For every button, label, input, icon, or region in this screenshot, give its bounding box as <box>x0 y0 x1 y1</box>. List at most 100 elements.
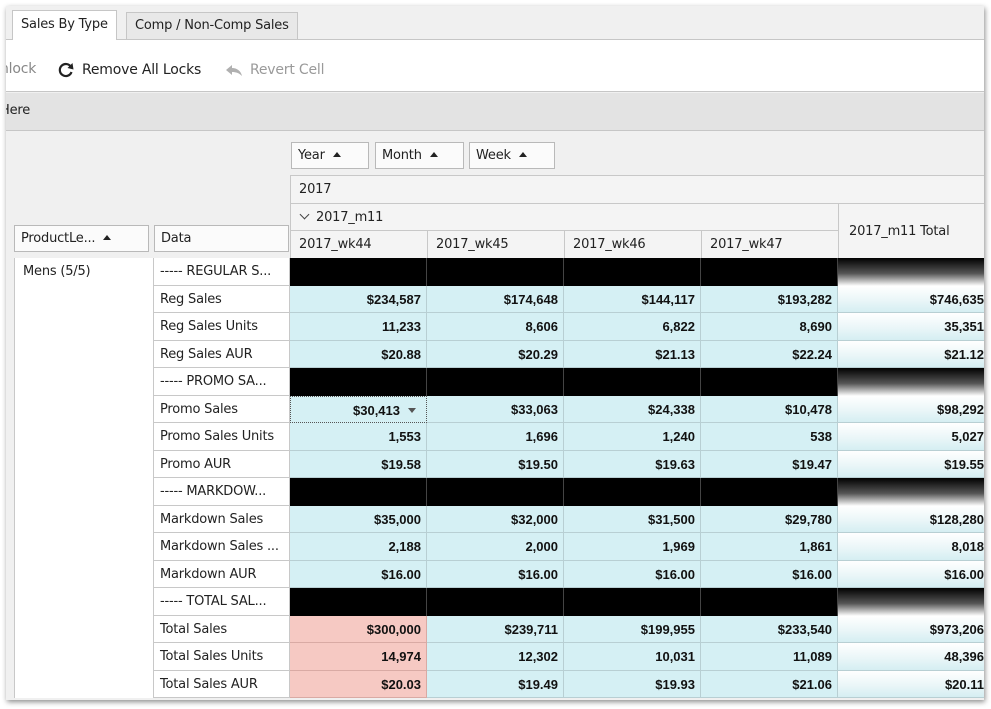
value-cell[interactable]: $20.03 <box>290 670 427 698</box>
section-separator-cell[interactable] <box>838 368 984 396</box>
value-cell[interactable]: $33,063 <box>427 395 564 423</box>
value-cell[interactable]: $19.47 <box>701 450 838 478</box>
value-cell[interactable]: $199,955 <box>564 615 701 643</box>
value-cell[interactable]: $233,540 <box>701 615 838 643</box>
value-cell[interactable]: $21.06 <box>701 670 838 698</box>
value-cell[interactable]: $21.13 <box>564 340 701 368</box>
value-cell[interactable]: 12,302 <box>427 643 564 671</box>
column-header-year[interactable]: 2017 <box>290 175 984 204</box>
value-cell[interactable]: $19.50 <box>427 450 564 478</box>
row-header-label[interactable]: Reg Sales <box>154 285 290 313</box>
value-cell[interactable]: 1,553 <box>290 423 427 451</box>
column-header-month[interactable]: 2017_m11 <box>290 203 839 231</box>
section-separator-cell[interactable] <box>290 368 427 396</box>
column-header-week[interactable]: 2017_wk47 <box>701 230 839 259</box>
tab-comp-noncomp-sales[interactable]: Comp / Non-Comp Sales <box>126 12 298 40</box>
row-header-label[interactable]: Promo Sales <box>154 395 290 423</box>
value-cell[interactable]: $20.29 <box>427 340 564 368</box>
section-separator-cell[interactable] <box>427 478 564 506</box>
revert-cell-button[interactable]: Revert Cell <box>224 61 324 79</box>
value-cell[interactable]: 1,969 <box>564 533 701 561</box>
value-cell[interactable]: $144,117 <box>564 285 701 313</box>
value-cell[interactable]: 14,974 <box>290 643 427 671</box>
row-header-label[interactable]: ----- PROMO SA... <box>154 368 290 396</box>
value-cell[interactable]: $234,587 <box>290 285 427 313</box>
field-year-button[interactable]: Year <box>291 142 369 169</box>
value-cell[interactable]: 11,089 <box>701 643 838 671</box>
field-month-button[interactable]: Month <box>375 142 464 169</box>
section-separator-cell[interactable] <box>564 368 701 396</box>
column-header-month-total[interactable]: 2017_m11 Total <box>838 203 984 259</box>
total-value-cell[interactable]: $19.55 <box>838 450 984 478</box>
total-value-cell[interactable]: 35,351 <box>838 313 984 341</box>
value-cell[interactable]: $20.88 <box>290 340 427 368</box>
value-cell[interactable]: $31,500 <box>564 505 701 533</box>
row-header-label[interactable]: ----- REGULAR S... <box>154 258 290 286</box>
value-cell[interactable]: 2,000 <box>427 533 564 561</box>
column-header-week[interactable]: 2017_wk46 <box>564 230 702 259</box>
value-cell[interactable]: $193,282 <box>701 285 838 313</box>
section-separator-cell[interactable] <box>427 588 564 616</box>
section-separator-cell[interactable] <box>564 258 701 286</box>
section-separator-cell[interactable] <box>427 258 564 286</box>
total-value-cell[interactable]: $746,635 <box>838 285 984 313</box>
value-cell[interactable]: $29,780 <box>701 505 838 533</box>
row-header-label[interactable]: Promo Sales Units <box>154 423 290 451</box>
value-cell[interactable]: $239,711 <box>427 615 564 643</box>
row-header-label[interactable]: ----- MARKDOW... <box>154 478 290 506</box>
value-cell[interactable]: $24,338 <box>564 395 701 423</box>
field-product-level-button[interactable]: ProductLe... <box>14 225 149 252</box>
total-value-cell[interactable]: $20.11 <box>838 670 984 698</box>
row-header-label[interactable]: Total Sales AUR <box>154 670 290 698</box>
value-cell[interactable]: 1,861 <box>701 533 838 561</box>
value-cell[interactable]: $19.49 <box>427 670 564 698</box>
section-separator-cell[interactable] <box>290 588 427 616</box>
section-separator-cell[interactable] <box>701 258 838 286</box>
value-cell[interactable]: $16.00 <box>564 560 701 588</box>
value-cell[interactable]: $174,648 <box>427 285 564 313</box>
value-cell[interactable]: $16.00 <box>701 560 838 588</box>
remove-all-locks-button[interactable]: Remove All Locks <box>56 61 201 79</box>
value-cell[interactable]: 538 <box>701 423 838 451</box>
total-value-cell[interactable]: $973,206 <box>838 615 984 643</box>
filter-area[interactable]: Here <box>6 93 984 131</box>
unlock-button[interactable]: nlock <box>6 61 36 77</box>
value-cell[interactable]: 1,240 <box>564 423 701 451</box>
section-separator-cell[interactable] <box>290 478 427 506</box>
total-value-cell[interactable]: $21.12 <box>838 340 984 368</box>
total-value-cell[interactable]: 8,018 <box>838 533 984 561</box>
total-value-cell[interactable]: 5,027 <box>838 423 984 451</box>
value-cell[interactable]: $19.63 <box>564 450 701 478</box>
value-cell[interactable]: $300,000 <box>290 615 427 643</box>
value-cell[interactable]: $19.58 <box>290 450 427 478</box>
column-header-week[interactable]: 2017_wk44 <box>290 230 428 259</box>
row-header-label[interactable]: Markdown Sales ... <box>154 533 290 561</box>
section-separator-cell[interactable] <box>701 588 838 616</box>
value-cell[interactable]: $16.00 <box>290 560 427 588</box>
section-separator-cell[interactable] <box>838 478 984 506</box>
value-cell[interactable]: 8,690 <box>701 313 838 341</box>
chevron-down-icon[interactable] <box>299 209 310 220</box>
field-data-header[interactable]: Data <box>154 225 289 252</box>
row-header-label[interactable]: Reg Sales Units <box>154 313 290 341</box>
row-header-label[interactable]: Promo AUR <box>154 450 290 478</box>
section-separator-cell[interactable] <box>564 478 701 506</box>
row-header-label[interactable]: ----- TOTAL SAL... <box>154 588 290 616</box>
value-cell[interactable]: 8,606 <box>427 313 564 341</box>
total-value-cell[interactable]: 48,396 <box>838 643 984 671</box>
section-separator-cell[interactable] <box>701 478 838 506</box>
field-week-button[interactable]: Week <box>469 142 555 169</box>
row-header-label[interactable]: Markdown AUR <box>154 560 290 588</box>
value-cell[interactable]: $30,413 <box>290 395 427 423</box>
value-cell[interactable]: $10,478 <box>701 395 838 423</box>
section-separator-cell[interactable] <box>564 588 701 616</box>
column-header-week[interactable]: 2017_wk45 <box>427 230 565 259</box>
value-cell[interactable]: 1,696 <box>427 423 564 451</box>
value-cell[interactable]: 11,233 <box>290 313 427 341</box>
value-cell[interactable]: 6,822 <box>564 313 701 341</box>
value-cell[interactable]: $35,000 <box>290 505 427 533</box>
section-separator-cell[interactable] <box>290 258 427 286</box>
total-value-cell[interactable]: $98,292 <box>838 395 984 423</box>
section-separator-cell[interactable] <box>701 368 838 396</box>
value-cell[interactable]: $32,000 <box>427 505 564 533</box>
